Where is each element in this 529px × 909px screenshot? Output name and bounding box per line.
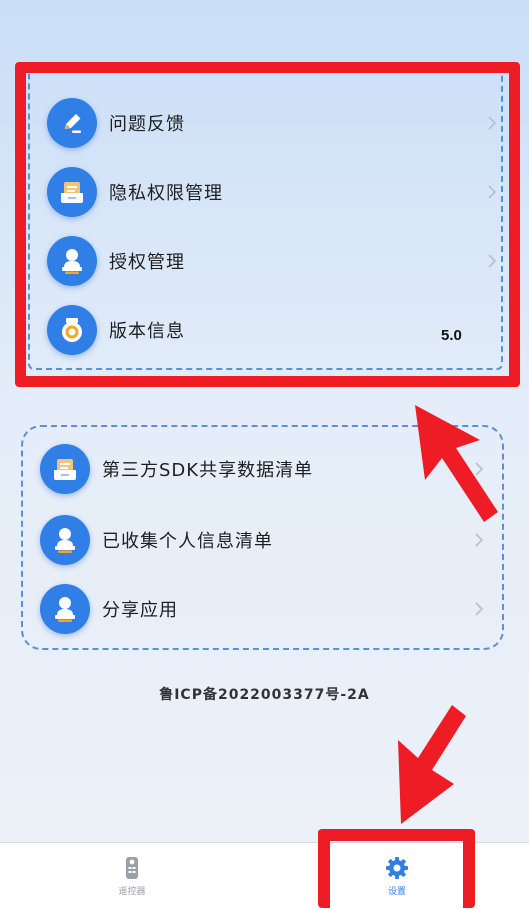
annotation-arrows xyxy=(398,405,498,824)
arrow-up-left-icon xyxy=(415,405,498,522)
arrow-down-left-icon xyxy=(398,705,466,824)
